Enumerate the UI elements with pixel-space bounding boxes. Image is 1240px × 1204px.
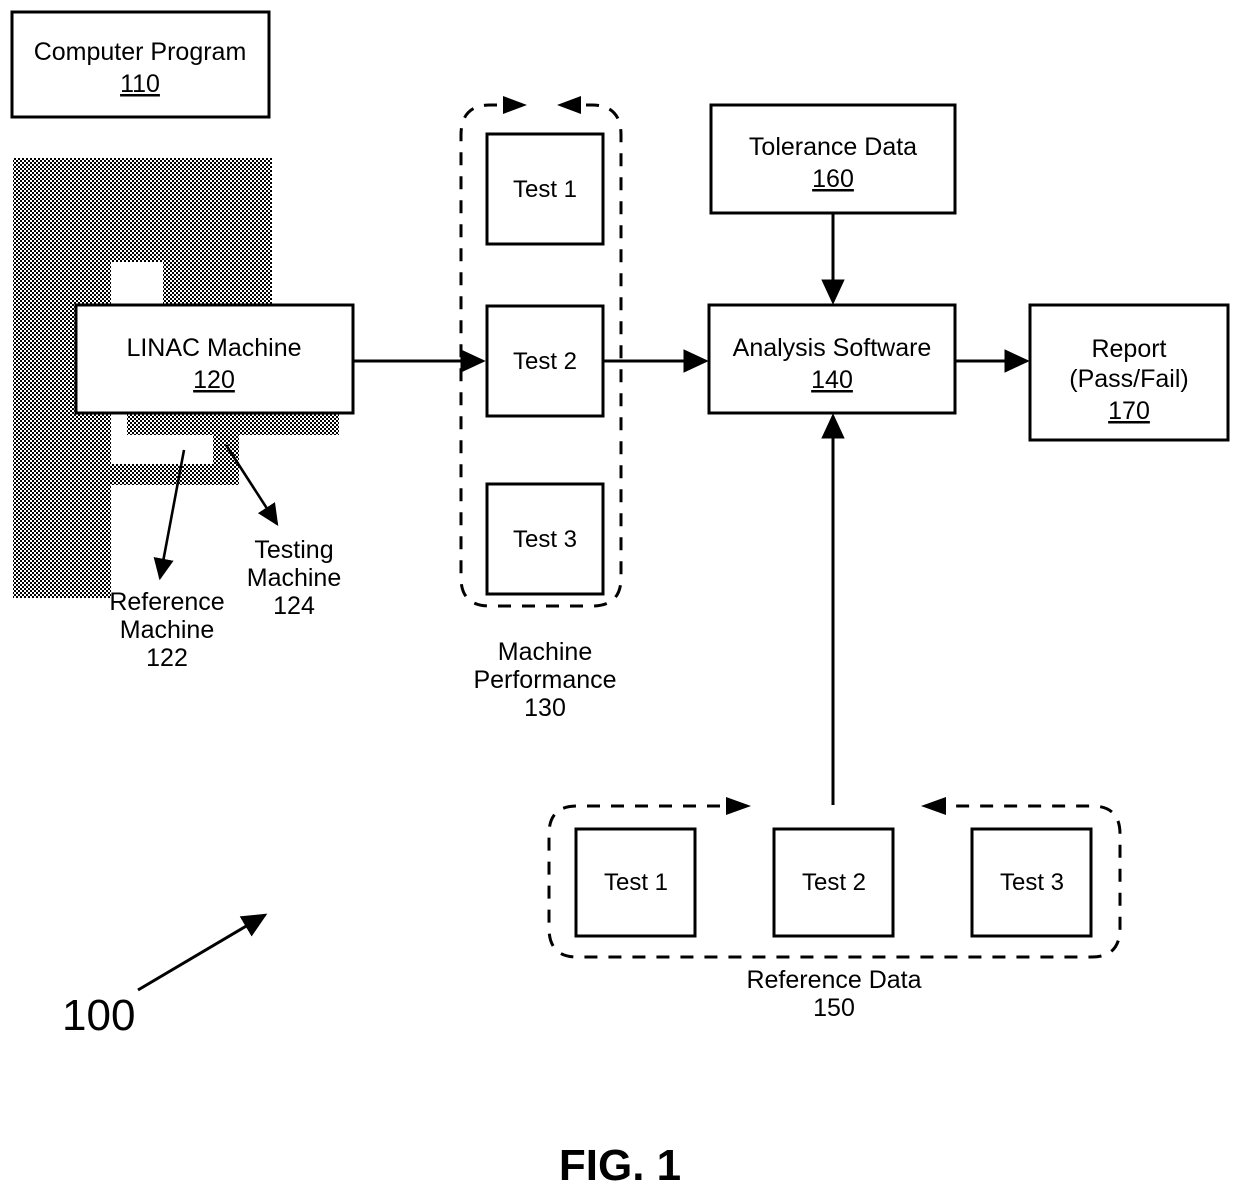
flow-arrows — [353, 214, 1030, 805]
report-box[interactable]: Report (Pass/Fail) 170 — [1028, 303, 1230, 442]
reference-data-arrow-left — [726, 797, 751, 815]
linac-machine-ref: 120 — [193, 366, 235, 394]
reference-data-arrow-right — [921, 797, 946, 815]
testing-machine-line2: Machine — [247, 564, 342, 592]
machine-performance-ref: 130 — [524, 694, 566, 722]
analysis-software-title: Analysis Software — [733, 334, 932, 362]
testing-machine-line1: Testing — [254, 536, 333, 564]
system-label: 100 — [62, 991, 135, 1040]
reference-data-test-1[interactable]: Test 1 — [574, 827, 697, 938]
machine-performance-test-3-label: Test 3 — [513, 526, 577, 553]
reference-machine-ref: 122 — [146, 644, 188, 672]
machine-performance-group: Test 1 Test 2 Test 3 Machine Performance… — [459, 96, 623, 722]
machine-performance-label-line2: Performance — [473, 666, 616, 694]
report-ref: 170 — [1108, 397, 1150, 425]
machine-performance-test-2-label: Test 2 — [513, 348, 577, 375]
report-line1: Report — [1091, 335, 1166, 363]
linac-machine-title: LINAC Machine — [126, 334, 301, 362]
figure-caption: FIG. 1 — [559, 1141, 681, 1190]
reference-machine-line2: Machine — [120, 616, 215, 644]
machine-performance-label-line1: Machine — [498, 638, 593, 666]
machine-performance-test-1[interactable]: Test 1 — [485, 132, 605, 246]
linac-machine-box[interactable]: LINAC Machine 120 — [74, 303, 355, 415]
machine-performance-test-2[interactable]: Test 2 — [485, 304, 605, 418]
testing-machine-callout: Testing Machine 124 — [224, 444, 342, 620]
reference-data-test-2[interactable]: Test 2 — [772, 827, 895, 938]
reference-data-test-1-label: Test 1 — [604, 869, 668, 896]
reference-data-ref: 150 — [813, 994, 855, 1022]
machine-performance-test-3[interactable]: Test 3 — [485, 482, 605, 596]
tolerance-data-ref: 160 — [812, 165, 854, 193]
computer-program-ref: 110 — [120, 70, 160, 98]
reference-data-test-2-label: Test 2 — [802, 869, 866, 896]
tolerance-data-title: Tolerance Data — [749, 133, 917, 161]
machine-performance-arrow-left — [503, 96, 527, 114]
testing-machine-ref: 124 — [273, 592, 315, 620]
analysis-software-box[interactable]: Analysis Software 140 — [707, 303, 957, 415]
computer-program-title: Computer Program — [34, 38, 247, 66]
system-pointer-arrow — [137, 913, 268, 992]
report-line2: (Pass/Fail) — [1069, 365, 1188, 393]
reference-data-test-3[interactable]: Test 3 — [970, 827, 1093, 938]
reference-data-test-3-label: Test 3 — [1000, 869, 1064, 896]
reference-data-group: Test 1 Test 2 Test 3 Reference Data 150 — [547, 797, 1122, 1022]
system-label-group: 100 — [62, 913, 268, 1040]
analysis-software-ref: 140 — [811, 366, 853, 394]
tolerance-data-box[interactable]: Tolerance Data 160 — [709, 103, 957, 215]
reference-data-label: Reference Data — [746, 966, 921, 994]
reference-machine-line1: Reference — [109, 588, 224, 616]
machine-performance-arrow-right — [557, 96, 581, 114]
computer-program-box[interactable]: Computer Program 110 — [10, 10, 271, 119]
machine-performance-test-1-label: Test 1 — [513, 176, 577, 203]
figure-root: Computer Program 110 LINAC Machine 120 R… — [0, 0, 1240, 1204]
